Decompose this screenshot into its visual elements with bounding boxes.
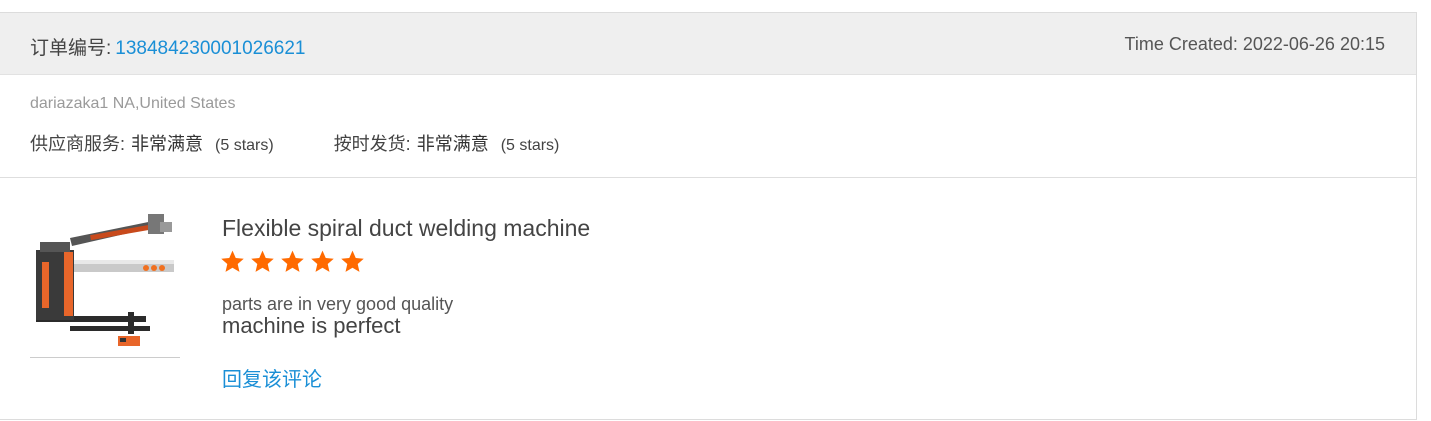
ratings-row: 供应商服务: 非常满意 (5 stars) 按时发货: 非常满意 (5 star… bbox=[30, 130, 559, 156]
rating-value: 非常满意 bbox=[131, 134, 204, 154]
buyer-section: dariazaka1 NA,United States 供应商服务: 非常满意 … bbox=[0, 75, 1416, 178]
review-line: machine is perfect bbox=[222, 313, 401, 338]
reply-review-link[interactable]: 回复该评论 bbox=[222, 363, 322, 392]
order-header: 订单编号: 138484230001026621 Time Created: 20… bbox=[0, 13, 1416, 75]
review-line: parts are in very good quality bbox=[222, 294, 454, 314]
order-number-link[interactable]: 138484230001026621 bbox=[115, 38, 305, 59]
star-icon bbox=[281, 250, 304, 272]
rating-stars-text: (5 stars) bbox=[500, 137, 560, 154]
star-icon bbox=[341, 250, 364, 272]
welding-machine-image bbox=[36, 214, 174, 346]
product-review: Flexible spiral duct welding machine par… bbox=[0, 178, 1416, 420]
review-card: 订单编号: 138484230001026621 Time Created: 20… bbox=[0, 12, 1417, 420]
star-icon bbox=[221, 250, 244, 272]
buyer-info: dariazaka1 NA,United States bbox=[30, 95, 236, 112]
rating-label: 供应商服务: bbox=[30, 134, 126, 154]
rating-label: 按时发货: bbox=[333, 134, 411, 154]
order-number-label: 订单编号: bbox=[30, 38, 112, 59]
rating-on-time-delivery: 按时发货: 非常满意 (5 stars) bbox=[334, 130, 560, 156]
rating-stars-text: (5 stars) bbox=[215, 137, 274, 154]
review-text: parts are in very good quality machine i… bbox=[222, 294, 453, 338]
rating-value: 非常满意 bbox=[416, 134, 489, 154]
star-icon bbox=[251, 250, 274, 272]
order-number-row: 订单编号: 138484230001026621 bbox=[30, 33, 306, 60]
product-image[interactable] bbox=[30, 208, 180, 358]
rating-supplier-service: 供应商服务: 非常满意 (5 stars) bbox=[30, 130, 274, 156]
star-rating bbox=[220, 249, 365, 274]
product-title[interactable]: Flexible spiral duct welding machine bbox=[222, 215, 590, 242]
time-created: Time Created: 2022-06-26 20:15 bbox=[1124, 34, 1386, 54]
star-icon bbox=[311, 250, 334, 272]
